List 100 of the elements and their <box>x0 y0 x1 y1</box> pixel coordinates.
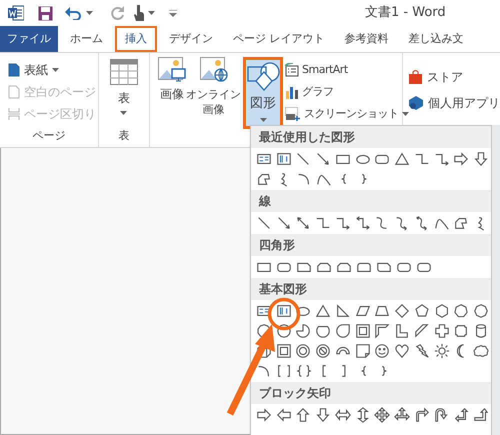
shapes-icon <box>246 62 280 92</box>
lightning-bolt-icon[interactable] <box>414 343 430 359</box>
up-down-arrow-icon[interactable] <box>354 407 371 423</box>
page-icon <box>8 85 20 99</box>
right-arrow-icon[interactable] <box>256 407 272 423</box>
bent-arrow-icon[interactable] <box>414 407 430 423</box>
customize-menu-icon[interactable] <box>169 10 177 16</box>
chord-icon[interactable] <box>315 323 332 339</box>
freeform-icon[interactable] <box>256 171 272 187</box>
pictures-button[interactable]: 画像 <box>158 57 186 127</box>
bracket-pair-icon[interactable] <box>276 363 292 379</box>
ribbon-tab[interactable]: デザイン <box>161 26 221 52</box>
ribbon-tab[interactable]: 差し込み文 <box>400 26 472 52</box>
section-header: 最近使用した図形 <box>251 126 491 148</box>
file-tab[interactable]: ファイル <box>0 26 58 52</box>
scrollbar[interactable] <box>492 125 500 435</box>
undo-icon[interactable] <box>65 6 83 20</box>
curved-double-arrow-icon[interactable] <box>414 215 430 231</box>
bent-up-arrow-icon[interactable] <box>473 407 490 423</box>
bevel-icon[interactable] <box>276 343 292 359</box>
group-label: ページ <box>32 128 66 144</box>
u-turn-arrow-icon[interactable] <box>434 407 450 423</box>
folded-corner-icon[interactable] <box>354 343 371 359</box>
arrow-line-icon[interactable] <box>315 151 332 167</box>
ribbon-tab[interactable]: ホーム <box>62 26 111 52</box>
picture-icon <box>158 57 186 83</box>
half-frame-icon[interactable] <box>374 323 390 339</box>
line-icon[interactable] <box>295 151 312 167</box>
elbow-connector-icon[interactable] <box>414 151 430 167</box>
parallelogram-icon[interactable] <box>354 303 371 319</box>
save-icon[interactable] <box>38 6 53 20</box>
octagon-icon[interactable] <box>473 303 490 319</box>
arc-icon[interactable] <box>256 363 272 379</box>
annotation-circle <box>267 297 301 331</box>
arrow-line-icon[interactable] <box>276 215 292 231</box>
heart-icon[interactable] <box>394 343 410 359</box>
right-triangle-icon[interactable] <box>334 303 351 319</box>
three-way-arrow-icon[interactable] <box>394 407 410 423</box>
cross-icon[interactable] <box>434 323 450 339</box>
shopping-bag-icon <box>409 70 422 84</box>
left-right-arrow-icon[interactable] <box>334 407 351 423</box>
vertical-text-box-icon[interactable] <box>276 151 292 167</box>
triangle-icon[interactable] <box>315 303 332 319</box>
ribbon-button[interactable]: グラフ <box>285 81 334 103</box>
shapes-button[interactable]: 図形 <box>243 57 283 129</box>
page-icon <box>8 63 20 77</box>
trapezoid-icon[interactable] <box>374 303 390 319</box>
dodecagon-icon[interactable] <box>276 323 292 339</box>
ribbon-tab[interactable]: ページ レイアウト <box>225 26 332 52</box>
text-box-icon[interactable] <box>256 303 272 319</box>
line-icon[interactable] <box>256 215 272 231</box>
diamond-icon[interactable] <box>394 303 410 319</box>
right-arrow-icon[interactable] <box>453 151 470 167</box>
table-button[interactable]: 表 <box>110 59 138 115</box>
page-break-icon <box>8 107 20 121</box>
hexagon-icon[interactable] <box>434 303 450 319</box>
online-picture-icon <box>200 57 228 83</box>
word-logo-icon <box>8 5 24 21</box>
down-arrow-icon[interactable] <box>473 151 490 167</box>
teardrop-icon[interactable] <box>334 323 351 339</box>
arc-icon[interactable] <box>296 171 312 187</box>
cloud-icon[interactable] <box>473 343 490 359</box>
no-symbol-icon[interactable] <box>315 343 332 359</box>
ribbon-button[interactable]: スクリーンショット <box>285 103 408 125</box>
bar-chart-icon <box>285 85 299 99</box>
caret-icon <box>120 111 128 115</box>
text-box-icon[interactable] <box>256 151 272 167</box>
donut-icon[interactable] <box>295 343 312 359</box>
frame-icon[interactable] <box>354 323 371 339</box>
plaque-icon[interactable] <box>453 323 470 339</box>
brace-pair-icon[interactable] <box>296 363 312 379</box>
diagonal-stripe-icon[interactable] <box>414 323 430 339</box>
freeform-icon[interactable] <box>453 215 470 231</box>
pentagon-icon[interactable] <box>414 303 430 319</box>
ribbon-button[interactable]: 表紙 <box>8 59 98 81</box>
caret-icon <box>260 118 266 122</box>
heptagon-icon[interactable] <box>453 303 470 319</box>
ribbon-tab[interactable]: 挿入 <box>115 26 157 52</box>
online-pictures-button[interactable]: オンライン 画像 <box>186 57 241 127</box>
ribbon-button[interactable]: SmartArt <box>285 59 348 81</box>
left-arrow-icon[interactable] <box>276 407 292 423</box>
vertical-text-box-icon[interactable] <box>276 303 292 319</box>
ribbon-tab[interactable]: 参考資料 <box>336 26 396 52</box>
pie-icon[interactable] <box>295 323 312 339</box>
double-arrow-line-icon[interactable] <box>295 215 312 231</box>
l-shape-icon[interactable] <box>394 323 410 339</box>
triangle-icon[interactable] <box>394 151 410 167</box>
elbow-arrow-icon[interactable] <box>334 215 351 231</box>
up-arrow-icon[interactable] <box>295 407 312 423</box>
elbow-arrow-icon[interactable] <box>434 151 450 167</box>
hand-icon[interactable] <box>133 5 145 21</box>
ribbon-button[interactable]: ストア <box>409 67 463 87</box>
smiley-icon[interactable] <box>374 343 390 359</box>
down-arrow-icon[interactable] <box>315 407 332 423</box>
ribbon-button[interactable]: 個人用アプリ <box>409 93 500 113</box>
sun-icon[interactable] <box>434 343 450 359</box>
quad-arrow-icon[interactable] <box>374 407 390 423</box>
elbow-connector-icon[interactable] <box>315 215 332 231</box>
elbow-double-arrow-icon[interactable] <box>354 215 371 231</box>
left-up-arrow-icon[interactable] <box>453 407 470 423</box>
